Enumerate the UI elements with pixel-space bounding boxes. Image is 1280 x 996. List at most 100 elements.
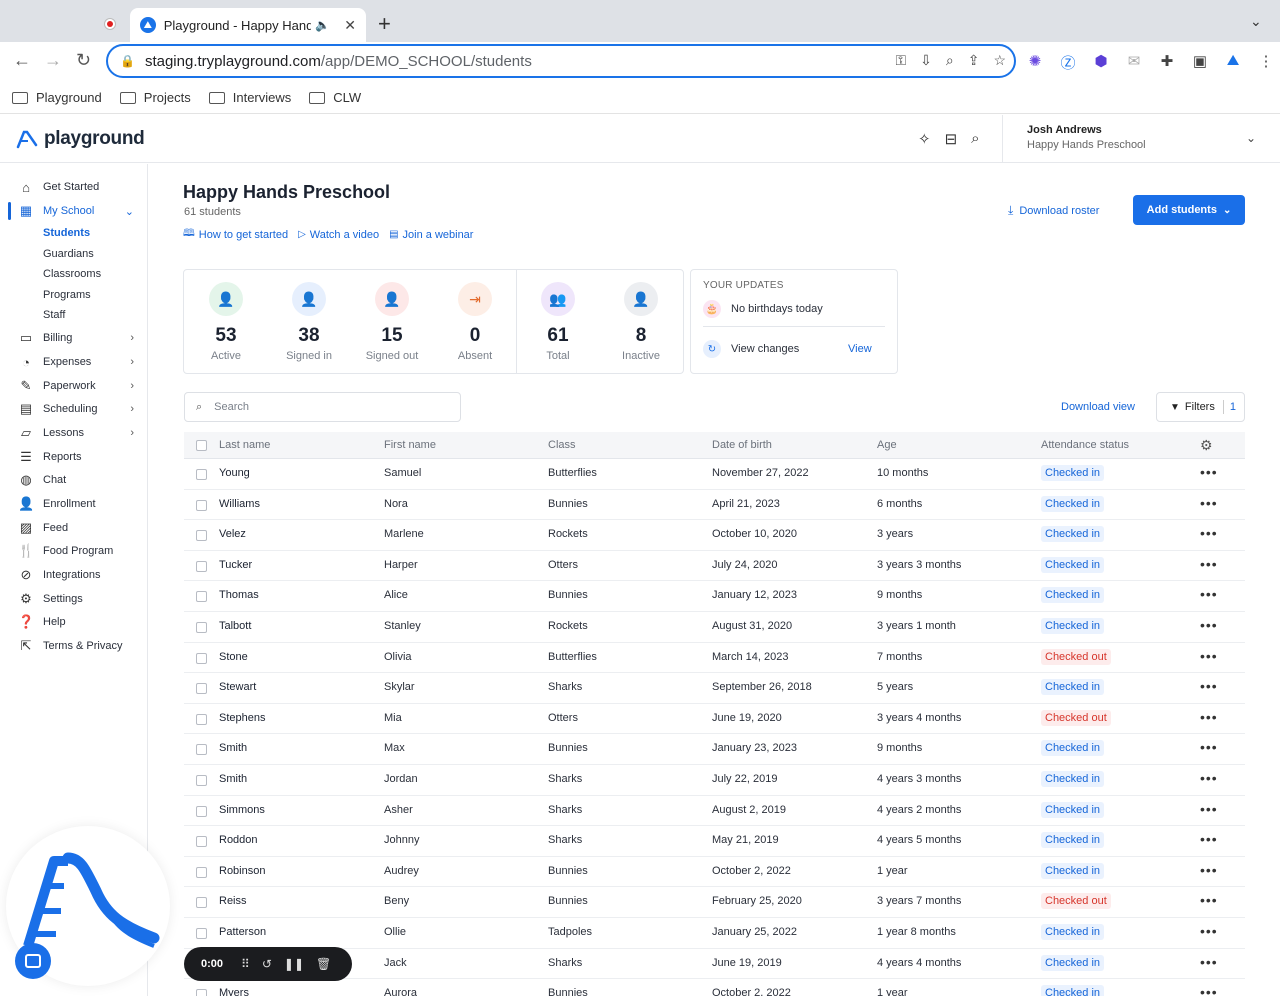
support-chat-button[interactable] bbox=[15, 943, 51, 979]
filters-button[interactable]: ▼ Filters 1 bbox=[1156, 392, 1245, 422]
extension-shield-icon[interactable]: ⬢ bbox=[1092, 52, 1110, 73]
row-more-actions-icon[interactable]: ••• bbox=[1200, 892, 1218, 908]
row-more-actions-icon[interactable]: ••• bbox=[1200, 586, 1218, 602]
sidebar-item-lessons[interactable]: ▱ Lessons › bbox=[0, 422, 148, 444]
table-row[interactable]: Stone Olivia Butterflies March 14, 2023 7 mo… bbox=[184, 643, 1245, 674]
column-class[interactable]: Class bbox=[548, 439, 576, 451]
extension-sun-icon[interactable]: ✺ bbox=[1026, 52, 1044, 73]
student-search-input[interactable]: ⌕ Search bbox=[184, 392, 461, 422]
zoom-icon[interactable]: ⌕ bbox=[946, 52, 954, 69]
sidebar-subitem-guardians[interactable]: Guardians bbox=[43, 248, 94, 260]
profile-playground-icon[interactable]: ⛰ bbox=[1224, 52, 1242, 73]
sidebar-item-expenses[interactable]: ◔ Expenses › bbox=[0, 351, 148, 373]
how-to-get-started-link[interactable]: 🕮 How to get started bbox=[183, 226, 288, 243]
table-row[interactable]: Patterson Ollie Tadpoles January 25, 2022 1 … bbox=[184, 918, 1245, 949]
join-webinar-link[interactable]: ▤ Join a webinar bbox=[389, 226, 473, 243]
sidebar-item-food-program[interactable]: 🍴 Food Program bbox=[0, 540, 148, 562]
stat-absent[interactable]: ⇥ 0 Absent bbox=[440, 282, 510, 362]
sidebar-item-reports[interactable]: ☰ Reports bbox=[0, 446, 148, 468]
select-all-checkbox[interactable] bbox=[196, 440, 207, 451]
search-icon[interactable]: ⌕ bbox=[971, 130, 979, 148]
row-more-actions-icon[interactable]: ••• bbox=[1200, 525, 1218, 541]
column-age[interactable]: Age bbox=[877, 439, 897, 451]
row-more-actions-icon[interactable]: ••• bbox=[1200, 495, 1218, 511]
row-checkbox[interactable] bbox=[196, 713, 207, 725]
column-settings-gear-icon[interactable]: ⚙ bbox=[1200, 437, 1213, 454]
sidebar-item-my-school[interactable]: ▦ My School ⌄ bbox=[0, 200, 148, 222]
add-students-button[interactable]: Add students ⌄ bbox=[1133, 195, 1245, 225]
stat-signed-out[interactable]: 👤 15 Signed out bbox=[357, 282, 427, 362]
table-row[interactable]: Velez Marlene Rockets October 10, 2020 3 yea… bbox=[184, 520, 1245, 551]
row-checkbox[interactable] bbox=[196, 897, 207, 909]
row-more-actions-icon[interactable]: ••• bbox=[1200, 801, 1218, 817]
stat-signed-in[interactable]: 👤 38 Signed in bbox=[274, 282, 344, 362]
sidebar-item-get-started[interactable]: ⌂ Get Started bbox=[0, 176, 148, 198]
lock-icon[interactable]: 🔒 bbox=[120, 54, 135, 68]
restart-icon[interactable]: ↺ bbox=[262, 957, 272, 971]
extensions-puzzle-icon[interactable]: ✚ bbox=[1158, 52, 1176, 73]
sidebar-item-terms[interactable]: ⇱ Terms & Privacy bbox=[0, 635, 148, 657]
row-more-actions-icon[interactable]: ••• bbox=[1200, 831, 1218, 847]
user-menu[interactable]: Josh Andrews Happy Hands Preschool ⌄ bbox=[1002, 115, 1280, 163]
row-more-actions-icon[interactable]: ••• bbox=[1200, 770, 1218, 786]
watch-video-link[interactable]: ▷ Watch a video bbox=[298, 226, 379, 243]
row-more-actions-icon[interactable]: ••• bbox=[1200, 923, 1218, 939]
row-checkbox[interactable] bbox=[196, 866, 207, 878]
grid-icon[interactable]: ⠿ bbox=[241, 957, 250, 971]
row-checkbox[interactable] bbox=[196, 683, 207, 695]
table-row[interactable]: Thomas Alice Bunnies January 12, 2023 9 mont… bbox=[184, 581, 1245, 612]
tab-search-chevron-icon[interactable]: ⌄ bbox=[1250, 13, 1262, 30]
row-checkbox[interactable] bbox=[196, 989, 207, 996]
table-row[interactable]: Simmons Asher Sharks August 2, 2019 4 years … bbox=[184, 796, 1245, 827]
reload-icon[interactable]: ↻ bbox=[76, 50, 91, 71]
close-tab-icon[interactable]: ✕ bbox=[344, 17, 356, 34]
row-more-actions-icon[interactable]: ••• bbox=[1200, 617, 1218, 633]
briefcase-icon[interactable]: ⊟ bbox=[945, 130, 958, 148]
star-icon[interactable]: ☆ bbox=[993, 52, 1006, 69]
stat-total[interactable]: 👥 61 Total bbox=[523, 282, 593, 362]
sidebar-item-feed[interactable]: ▨ Feed bbox=[0, 517, 148, 539]
bookmark-interviews[interactable]: Interviews bbox=[208, 90, 291, 105]
row-more-actions-icon[interactable]: ••• bbox=[1200, 739, 1218, 755]
row-checkbox[interactable] bbox=[196, 805, 207, 817]
row-checkbox[interactable] bbox=[196, 499, 207, 511]
new-tab-icon[interactable]: + bbox=[378, 11, 391, 37]
row-checkbox[interactable] bbox=[196, 928, 207, 939]
row-more-actions-icon[interactable]: ••• bbox=[1200, 648, 1218, 664]
stat-active[interactable]: 👤 53 Active bbox=[191, 282, 261, 362]
side-panel-icon[interactable]: ▣ bbox=[1191, 52, 1209, 73]
table-row[interactable]: Roddon Johnny Sharks May 21, 2019 4 years 5 … bbox=[184, 826, 1245, 857]
stat-inactive[interactable]: 👤 8 Inactive bbox=[606, 282, 676, 362]
row-more-actions-icon[interactable]: ••• bbox=[1200, 862, 1218, 878]
row-more-actions-icon[interactable]: ••• bbox=[1200, 556, 1218, 572]
row-checkbox[interactable] bbox=[196, 775, 207, 786]
table-row[interactable]: Reiss Beny Bunnies February 25, 2020 3 years… bbox=[184, 887, 1245, 918]
table-row[interactable]: Robinson Audrey Bunnies October 2, 2022 1 ye… bbox=[184, 857, 1245, 888]
table-row[interactable]: Smith Max Bunnies January 23, 2023 9 months C… bbox=[184, 734, 1245, 765]
row-more-actions-icon[interactable]: ••• bbox=[1200, 954, 1218, 970]
browser-tab[interactable]: ⛰ Playground - Happy Hand 🔈 ✕ bbox=[130, 8, 366, 42]
bookmark-projects[interactable]: Projects bbox=[119, 90, 191, 105]
row-checkbox[interactable] bbox=[196, 622, 207, 633]
table-row[interactable]: Tucker Harper Otters July 24, 2020 3 years 3… bbox=[184, 551, 1245, 582]
table-row[interactable]: Stewart Skylar Sharks September 26, 2018 5 y… bbox=[184, 673, 1245, 704]
sidebar-subitem-students[interactable]: Students bbox=[43, 227, 90, 239]
sidebar-subitem-staff[interactable]: Staff bbox=[43, 309, 65, 321]
forward-icon[interactable]: → bbox=[44, 50, 62, 71]
download-roster-button[interactable]: ⤓ Download roster bbox=[1008, 203, 1099, 218]
column-last-name[interactable]: Last name bbox=[219, 439, 270, 451]
row-checkbox[interactable] bbox=[196, 560, 207, 572]
column-date-of-birth[interactable]: Date of birth bbox=[712, 439, 772, 451]
row-checkbox[interactable] bbox=[196, 469, 207, 480]
row-checkbox[interactable] bbox=[196, 836, 207, 848]
row-more-actions-icon[interactable]: ••• bbox=[1200, 984, 1218, 996]
column-attendance-status[interactable]: Attendance status bbox=[1041, 439, 1129, 451]
sidebar-item-integrations[interactable]: ⊘ Integrations bbox=[0, 564, 148, 586]
browser-menu-icon[interactable]: ⋮ bbox=[1257, 52, 1275, 73]
back-icon[interactable]: ← bbox=[13, 50, 31, 71]
sidebar-item-enrollment[interactable]: 👤 Enrollment bbox=[0, 493, 148, 515]
address-bar[interactable]: 🔒 staging.tryplayground.com/app/DEMO_SCH… bbox=[106, 44, 1016, 78]
row-checkbox[interactable] bbox=[196, 744, 207, 756]
sidebar-item-chat[interactable]: ◍ Chat bbox=[0, 469, 148, 491]
sparkle-icon[interactable]: ✧ bbox=[918, 130, 931, 148]
